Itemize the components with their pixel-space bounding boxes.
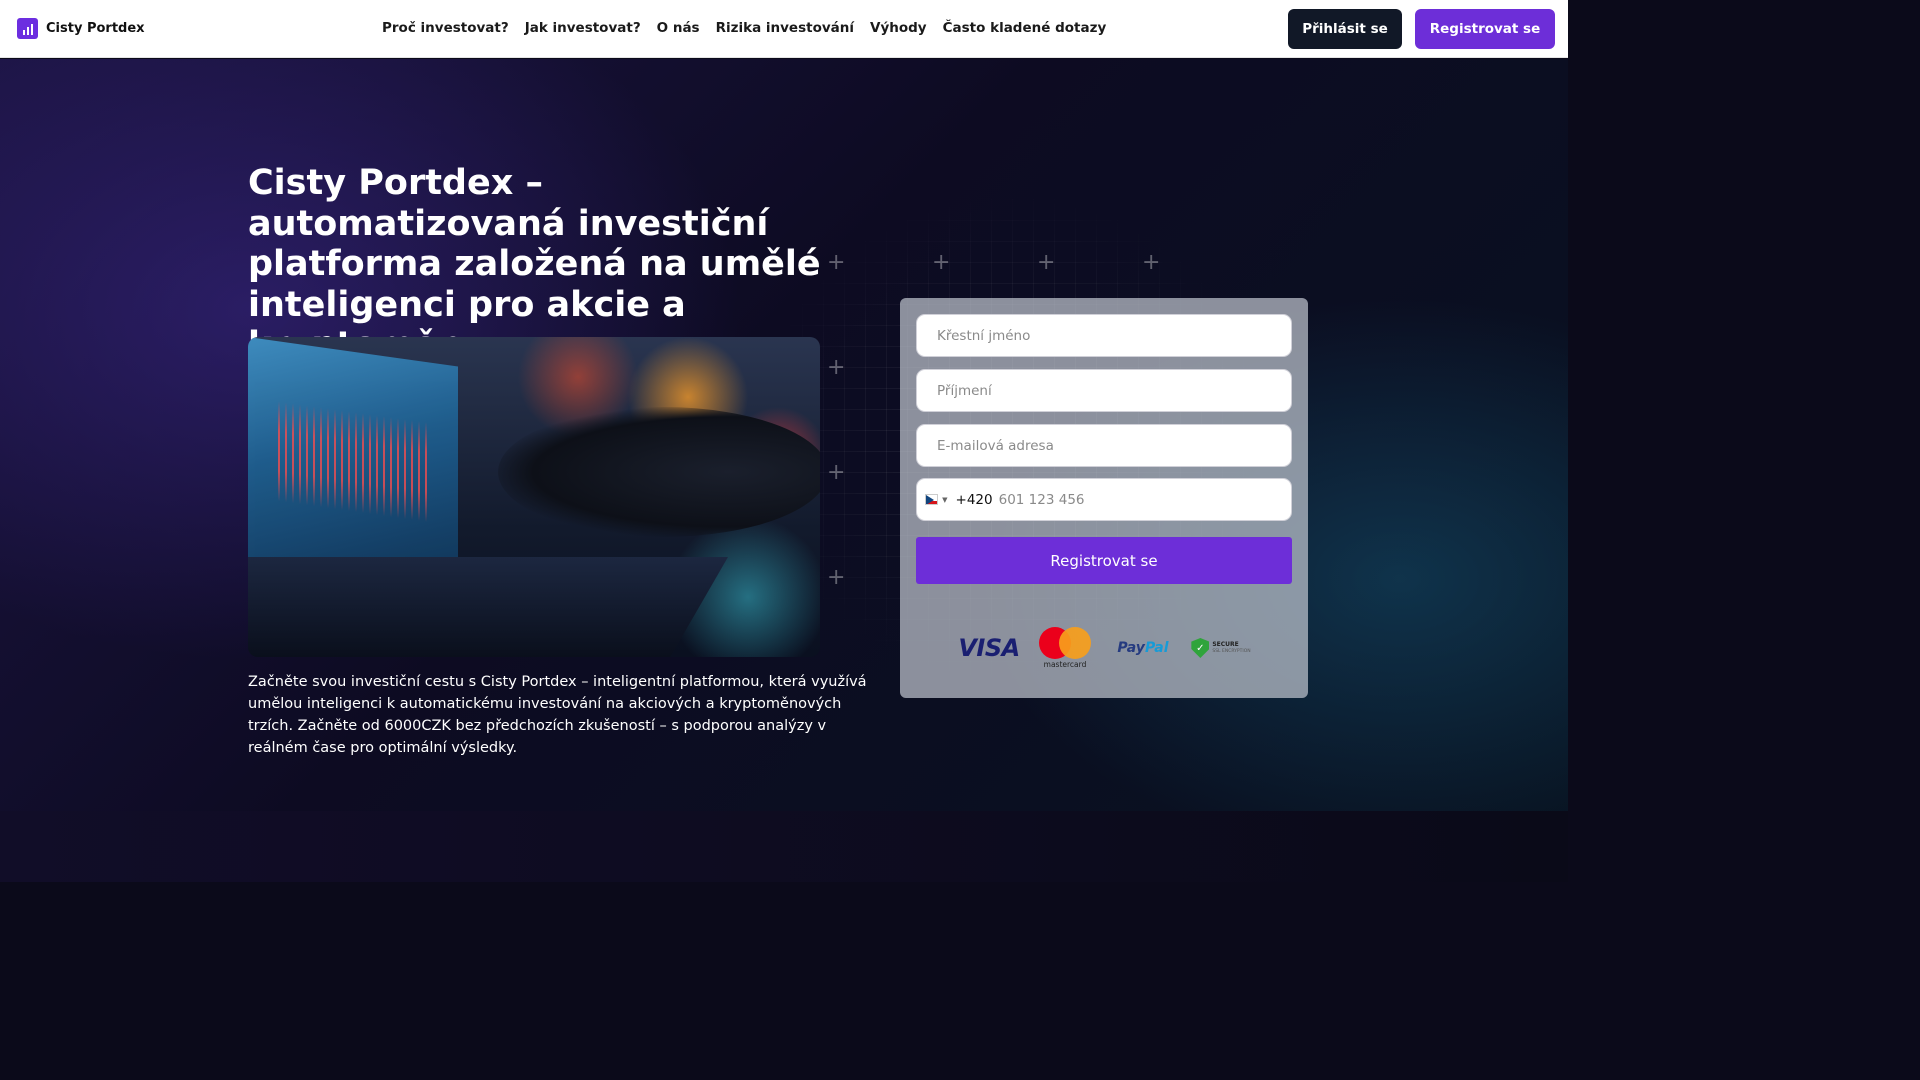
hero-image-robot-trading xyxy=(248,337,820,657)
last-name-field[interactable] xyxy=(916,369,1292,412)
nav-item-risks[interactable]: Rizika investování xyxy=(716,20,854,36)
brand-name: Cisty Portdex xyxy=(46,21,145,36)
plus-decoration: + xyxy=(1142,250,1161,275)
registration-form: ▼ +420 Registrovat se VISA mastercard Pa… xyxy=(900,298,1308,698)
nav-item-about[interactable]: O nás xyxy=(657,20,700,36)
hero-description: Začněte svou investiční cestu s Cisty Po… xyxy=(248,674,867,756)
plus-decoration: + xyxy=(932,250,951,275)
robot-hand-illustration xyxy=(498,407,820,537)
first-name-field[interactable] xyxy=(916,314,1292,357)
nav-item-how-invest[interactable]: Jak investovat? xyxy=(525,20,641,36)
czech-flag-icon[interactable] xyxy=(925,494,939,505)
nav-item-faq[interactable]: Často kladené dotazy xyxy=(943,20,1107,36)
secure-subtitle: SSL ENCRYPTION xyxy=(1212,649,1251,654)
phone-field[interactable]: ▼ +420 xyxy=(916,478,1292,521)
chevron-down-icon[interactable]: ▼ xyxy=(942,496,947,504)
mastercard-logo: mastercard xyxy=(1038,626,1092,670)
hero-title: Cisty Portdex – automatizovaná investičn… xyxy=(248,163,821,365)
plus-decoration: + xyxy=(827,460,846,485)
nav-item-benefits[interactable]: Výhody xyxy=(870,20,927,36)
first-name-input[interactable] xyxy=(937,327,1271,344)
paypal-logo: Pay Pal xyxy=(1108,626,1178,670)
next-section-band xyxy=(0,811,1568,882)
email-input[interactable] xyxy=(937,437,1271,454)
login-button[interactable]: Přihlásit se xyxy=(1288,9,1402,49)
site-header: Cisty Portdex Proč investovat? Jak inves… xyxy=(0,0,1568,58)
main-nav: Proč investovat? Jak investovat? O nás R… xyxy=(382,20,1106,36)
secure-title: SECURE xyxy=(1212,641,1239,648)
mastercard-label: mastercard xyxy=(1043,660,1087,669)
phone-input[interactable] xyxy=(998,491,1283,508)
paypal-pay-text: Pay xyxy=(1117,640,1145,656)
laptop-keyboard-illustration xyxy=(248,557,729,657)
phone-dial-code: +420 xyxy=(955,491,993,508)
hero-section: + + + + + + + Cisty Portdex – automatizo… xyxy=(0,59,1568,811)
register-header-button[interactable]: Registrovat se xyxy=(1415,9,1555,49)
last-name-input[interactable] xyxy=(937,382,1271,399)
register-submit-button[interactable]: Registrovat se xyxy=(916,537,1292,584)
ssl-secure-badge: ✓ SECURE SSL ENCRYPTION xyxy=(1188,626,1254,670)
brand-logo[interactable]: Cisty Portdex xyxy=(17,18,145,39)
nav-item-why-invest[interactable]: Proč investovat? xyxy=(382,20,509,36)
shield-check-icon: ✓ xyxy=(1191,638,1210,658)
paypal-pal-text: Pal xyxy=(1144,640,1169,656)
bar-chart-icon xyxy=(17,18,38,39)
plus-decoration: + xyxy=(1037,250,1056,275)
email-field[interactable] xyxy=(916,424,1292,467)
plus-decoration: + xyxy=(827,565,846,590)
visa-logo: VISA xyxy=(958,634,1020,662)
